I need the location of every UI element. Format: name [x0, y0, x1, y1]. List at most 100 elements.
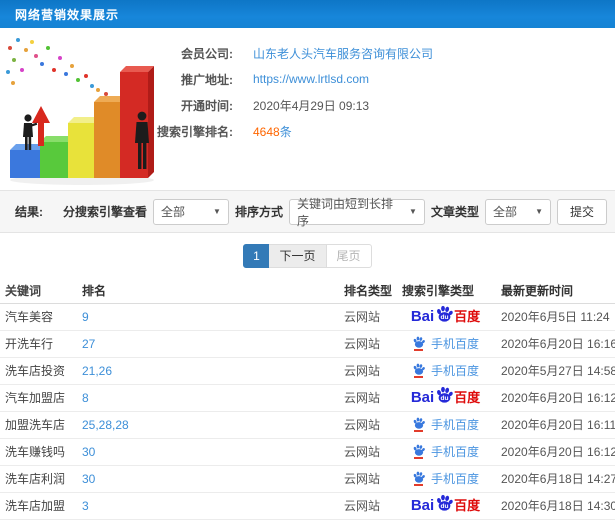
baidu-logo: Bai du 百度 — [410, 386, 480, 406]
rank-link[interactable]: 25,28,28 — [82, 418, 129, 432]
promo-url-link[interactable]: https://www.lrtlsd.com — [253, 72, 369, 86]
article-type-value: 全部 — [492, 205, 517, 219]
rank-link[interactable]: 9 — [82, 310, 89, 324]
rank-link[interactable]: 27 — [82, 337, 95, 351]
engine-cell: Baidu百度 手机百度 — [398, 357, 493, 385]
open-time-row: 开通时间: 2020年4月29日 09:13 — [0, 92, 615, 118]
engine-cell: Baidu百度 手机百度 — [398, 438, 493, 466]
keyword-cell: 洗车店加盟 — [0, 492, 80, 520]
keyword-cell: 洗车赚钱吗 — [0, 438, 80, 466]
table-row: 洗车店投资 21,26 云网站 Baidu百度 手机百度 2020年5月27日 … — [0, 357, 615, 385]
engine-filter-value: 全部 — [160, 205, 185, 219]
rank-link[interactable]: 3 — [82, 499, 89, 513]
svg-text:du: du — [441, 395, 449, 402]
engine-rank-count: 4648 — [253, 124, 280, 139]
top-header-bar: 网络营销效果展示 — [0, 0, 615, 28]
mobile-baidu-logo: 手机百度 — [412, 363, 479, 378]
updated-cell: 2020年6月18日 14:27 — [493, 465, 615, 493]
table-row: 洗车店利润 30 云网站 Baidu百度 手机百度 2020年6月18日 14:… — [0, 465, 615, 493]
svg-text:du: du — [441, 503, 449, 510]
baidu-logo-bai-text: Bai — [410, 308, 435, 325]
mobile-baidu-paw-icon — [412, 444, 426, 459]
col-header-rank: 排名 — [80, 278, 340, 304]
updated-cell: 2020年6月20日 16:11 — [493, 411, 615, 439]
sort-label: 排序方式 — [234, 205, 283, 219]
result-label: 结果: — [15, 205, 43, 219]
filter-controls: 分搜索引擎查看 全部 ▼ 排序方式 关键词由短到长排序 ▼ 文章类型 全部 ▼ … — [62, 197, 607, 228]
rank-type-cell: 云网站 — [340, 357, 398, 385]
rank-link[interactable]: 30 — [82, 472, 95, 486]
keyword-cell: 汽车加盟店 — [0, 384, 80, 412]
baidu-logo-bai-text: Bai — [410, 389, 435, 406]
rank-type-cell: 云网站 — [340, 330, 398, 358]
table-row: 加盟洗车店 25,28,28 云网站 Baidu百度 手机百度 2020年6月2… — [0, 411, 615, 439]
promo-url-label: 推广地址: — [181, 72, 233, 87]
engine-cell: Baidu百度 手机百度 — [398, 492, 493, 520]
baidu-logo: Bai du 百度 — [410, 494, 481, 514]
mobile-baidu-logo: 手机百度 — [412, 444, 479, 459]
chevron-down-icon: ▼ — [409, 207, 417, 216]
filter-bar: 结果: 分搜索引擎查看 全部 ▼ 排序方式 关键词由短到长排序 ▼ 文章类型 全… — [0, 190, 615, 233]
open-time-label: 开通时间: — [181, 98, 233, 113]
rank-type-cell: 云网站 — [340, 438, 398, 466]
engine-rank-row: 搜索引擎排名: 4648条 — [0, 118, 615, 144]
updated-cell: 2020年5月27日 14:58 — [493, 357, 615, 385]
engine-cell: Baidu百度 手机百度 — [398, 303, 493, 331]
rank-type-cell: 云网站 — [340, 303, 398, 331]
baidu-logo: Bai du 百度 — [410, 305, 481, 325]
updated-cell: 2020年6月20日 16:16 — [493, 330, 615, 358]
table-row: 洗车店加盟 3 云网站 Baidu百度 手机百度 2020年6月18日 14:3… — [0, 492, 615, 520]
baidu-logo-du-text: 百度 — [454, 309, 481, 324]
keyword-cell: 洗车店投资 — [0, 357, 80, 385]
mobile-baidu-logo: 手机百度 — [412, 471, 479, 486]
chevron-down-icon: ▼ — [213, 207, 221, 216]
engine-rank-label: 搜索引擎排名: — [157, 124, 233, 139]
submit-button[interactable]: 提交 — [556, 198, 607, 225]
baidu-logo-du-text: 百度 — [454, 498, 481, 513]
article-type-select[interactable]: 全部 ▼ — [484, 198, 551, 225]
mobile-baidu-label: 手机百度 — [430, 444, 479, 459]
sort-select[interactable]: 关键词由短到长排序 ▼ — [288, 197, 425, 228]
open-time-value: 2020年4月29日 09:13 — [253, 98, 370, 113]
promo-url-row: 推广地址: https://www.lrtlsd.com — [0, 66, 615, 92]
engine-cell: Baidu百度 手机百度 — [398, 330, 493, 358]
keyword-cell: 汽车美容 — [0, 303, 80, 331]
pagination: 1 下一页 尾页 — [0, 233, 615, 278]
engine-filter-select[interactable]: 全部 ▼ — [152, 198, 229, 225]
svg-text:du: du — [441, 314, 449, 321]
baidu-logo-bai-text: Bai — [410, 497, 435, 514]
member-company-label: 会员公司: — [181, 46, 233, 61]
rank-link[interactable]: 30 — [82, 445, 95, 459]
mobile-baidu-logo: 手机百度 — [412, 417, 479, 432]
mobile-baidu-paw-icon — [412, 363, 426, 378]
mobile-baidu-paw-icon — [412, 336, 426, 351]
last-page-button[interactable]: 尾页 — [325, 243, 372, 268]
next-page-button[interactable]: 下一页 — [268, 243, 327, 268]
mobile-baidu-label: 手机百度 — [430, 417, 479, 432]
keyword-ranking-table: 关键词 排名 排名类型 搜索引擎类型 最新更新时间 汽车美容 9 云网站 Bai… — [0, 278, 615, 520]
mobile-baidu-paw-icon — [412, 417, 426, 432]
page-button-current[interactable]: 1 — [243, 243, 270, 268]
member-company-row: 会员公司: 山东老人头汽车服务咨询有限公司 — [0, 40, 615, 66]
account-info-section: 会员公司: 山东老人头汽车服务咨询有限公司 推广地址: https://www.… — [0, 28, 615, 190]
col-header-updated: 最新更新时间 — [493, 278, 615, 304]
mobile-baidu-paw-icon — [412, 471, 426, 486]
mobile-baidu-logo: 手机百度 — [412, 336, 479, 351]
mobile-baidu-label: 手机百度 — [430, 471, 479, 486]
mobile-baidu-label: 手机百度 — [430, 363, 479, 378]
engine-cell: Baidu百度 手机百度 — [398, 411, 493, 439]
rank-type-cell: 云网站 — [340, 384, 398, 412]
sort-value: 关键词由短到长排序 — [296, 196, 393, 228]
updated-cell: 2020年6月18日 14:30 — [493, 492, 615, 520]
engine-filter-label: 分搜索引擎查看 — [62, 205, 147, 219]
col-header-rank-type: 排名类型 — [340, 278, 398, 304]
baidu-paw-icon: du — [437, 305, 453, 322]
chevron-down-icon: ▼ — [535, 207, 543, 216]
rank-link[interactable]: 21,26 — [82, 364, 112, 378]
updated-cell: 2020年6月20日 16:12 — [493, 384, 615, 412]
baidu-paw-icon: du — [437, 494, 453, 511]
member-company-link[interactable]: 山东老人头汽车服务咨询有限公司 — [253, 47, 433, 61]
rank-type-cell: 云网站 — [340, 411, 398, 439]
updated-cell: 2020年6月20日 16:12 — [493, 438, 615, 466]
rank-link[interactable]: 8 — [82, 391, 89, 405]
